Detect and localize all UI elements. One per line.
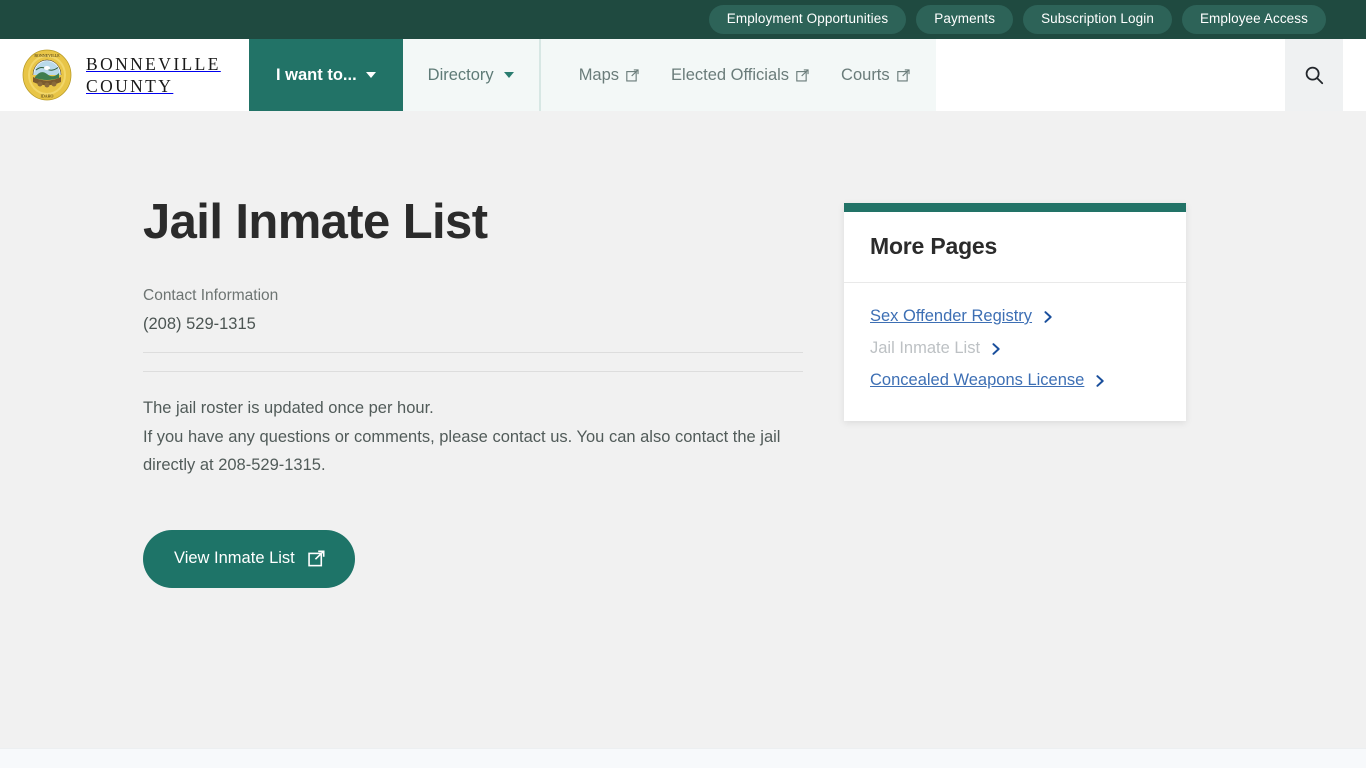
nav-link-courts[interactable]: Courts bbox=[825, 66, 926, 85]
more-pages-link-sex-offender-registry[interactable]: Sex Offender Registry bbox=[870, 301, 1160, 333]
sidebar-column: More Pages Sex Offender Registry Jail In… bbox=[844, 197, 1186, 588]
svg-text:IDAHO: IDAHO bbox=[41, 94, 54, 99]
nav-i-want-to-label: I want to... bbox=[276, 65, 357, 84]
nav-i-want-to[interactable]: I want to... bbox=[249, 39, 403, 111]
nav-link-group: Maps Elected Officials Courts bbox=[540, 39, 936, 111]
nav-link-elected-officials[interactable]: Elected Officials bbox=[655, 66, 825, 85]
more-pages-link-concealed-weapons-license[interactable]: Concealed Weapons License bbox=[870, 365, 1160, 397]
search-icon bbox=[1305, 66, 1324, 85]
nav-link-elected-officials-label: Elected Officials bbox=[671, 65, 790, 84]
divider-top bbox=[143, 352, 803, 354]
external-link-icon bbox=[896, 68, 910, 82]
page-body: Jail Inmate List Contact Information (20… bbox=[0, 111, 1366, 748]
main-column: Jail Inmate List Contact Information (20… bbox=[143, 195, 804, 588]
utility-link-subscription-login[interactable]: Subscription Login bbox=[1023, 5, 1172, 34]
contact-information-label: Contact Information bbox=[143, 287, 279, 305]
more-pages-link-label: Concealed Weapons License bbox=[870, 371, 1085, 389]
chevron-down-icon bbox=[503, 72, 514, 78]
utility-link-payments[interactable]: Payments bbox=[916, 5, 1014, 34]
body-paragraph-1: The jail roster is updated once per hour… bbox=[143, 399, 434, 418]
nav-link-maps[interactable]: Maps bbox=[563, 66, 655, 85]
card-accent-bar bbox=[844, 203, 1186, 212]
utility-bar: Employment Opportunities Payments Subscr… bbox=[0, 0, 1366, 39]
utility-link-employee-access[interactable]: Employee Access bbox=[1181, 5, 1326, 34]
content-wrapper: Jail Inmate List Contact Information (20… bbox=[0, 111, 1366, 588]
card-header: More Pages bbox=[844, 212, 1186, 283]
chevron-down-icon bbox=[365, 72, 376, 78]
main-navigation: BONNEVILLE IDAHO BONNEVILLE COUNTY I wan… bbox=[0, 39, 1366, 111]
site-logo-link[interactable]: BONNEVILLE IDAHO BONNEVILLE COUNTY bbox=[0, 39, 249, 111]
divider-bottom bbox=[143, 371, 803, 373]
page-title: Jail Inmate List bbox=[143, 195, 488, 249]
nav-link-courts-label: Courts bbox=[841, 65, 890, 84]
chevron-right-icon bbox=[1096, 374, 1105, 387]
external-link-icon bbox=[626, 68, 639, 82]
nav-spacer bbox=[935, 39, 1285, 111]
nav-directory-label: Directory bbox=[427, 65, 494, 84]
contact-phone-number: (208) 529-1315 bbox=[143, 315, 256, 334]
body-paragraph-2: If you have any questions or comments, p… bbox=[143, 427, 781, 475]
brand-line-2: COUNTY bbox=[86, 76, 174, 96]
more-pages-title: More Pages bbox=[870, 233, 998, 259]
nav-link-maps-label: Maps bbox=[578, 65, 620, 84]
chevron-right-icon bbox=[992, 342, 1000, 355]
navbar-right-edge bbox=[1343, 39, 1366, 111]
external-link-icon bbox=[796, 68, 809, 82]
brand-line-1: BONNEVILLE bbox=[86, 53, 221, 74]
chevron-right-icon bbox=[1044, 310, 1052, 323]
view-inmate-list-button[interactable]: View Inmate List bbox=[143, 529, 355, 588]
county-seal-icon: BONNEVILLE IDAHO bbox=[22, 49, 72, 101]
more-pages-link-label: Sex Offender Registry bbox=[870, 307, 1033, 325]
more-pages-card: More Pages Sex Offender Registry Jail In… bbox=[844, 203, 1186, 421]
search-toggle-button[interactable] bbox=[1285, 39, 1343, 111]
nav-directory[interactable]: Directory bbox=[402, 39, 541, 111]
footer-strip bbox=[0, 748, 1366, 768]
more-pages-link-list: Sex Offender Registry Jail Inmate List C… bbox=[844, 283, 1186, 421]
more-pages-link-label: Jail Inmate List bbox=[870, 339, 981, 357]
brand-wordmark: BONNEVILLE COUNTY bbox=[86, 53, 221, 98]
view-inmate-list-label: View Inmate List bbox=[174, 548, 295, 567]
svg-text:BONNEVILLE: BONNEVILLE bbox=[34, 53, 60, 58]
utility-link-employment[interactable]: Employment Opportunities bbox=[708, 5, 907, 34]
external-link-icon bbox=[308, 550, 325, 566]
more-pages-link-jail-inmate-list: Jail Inmate List bbox=[870, 333, 1160, 365]
